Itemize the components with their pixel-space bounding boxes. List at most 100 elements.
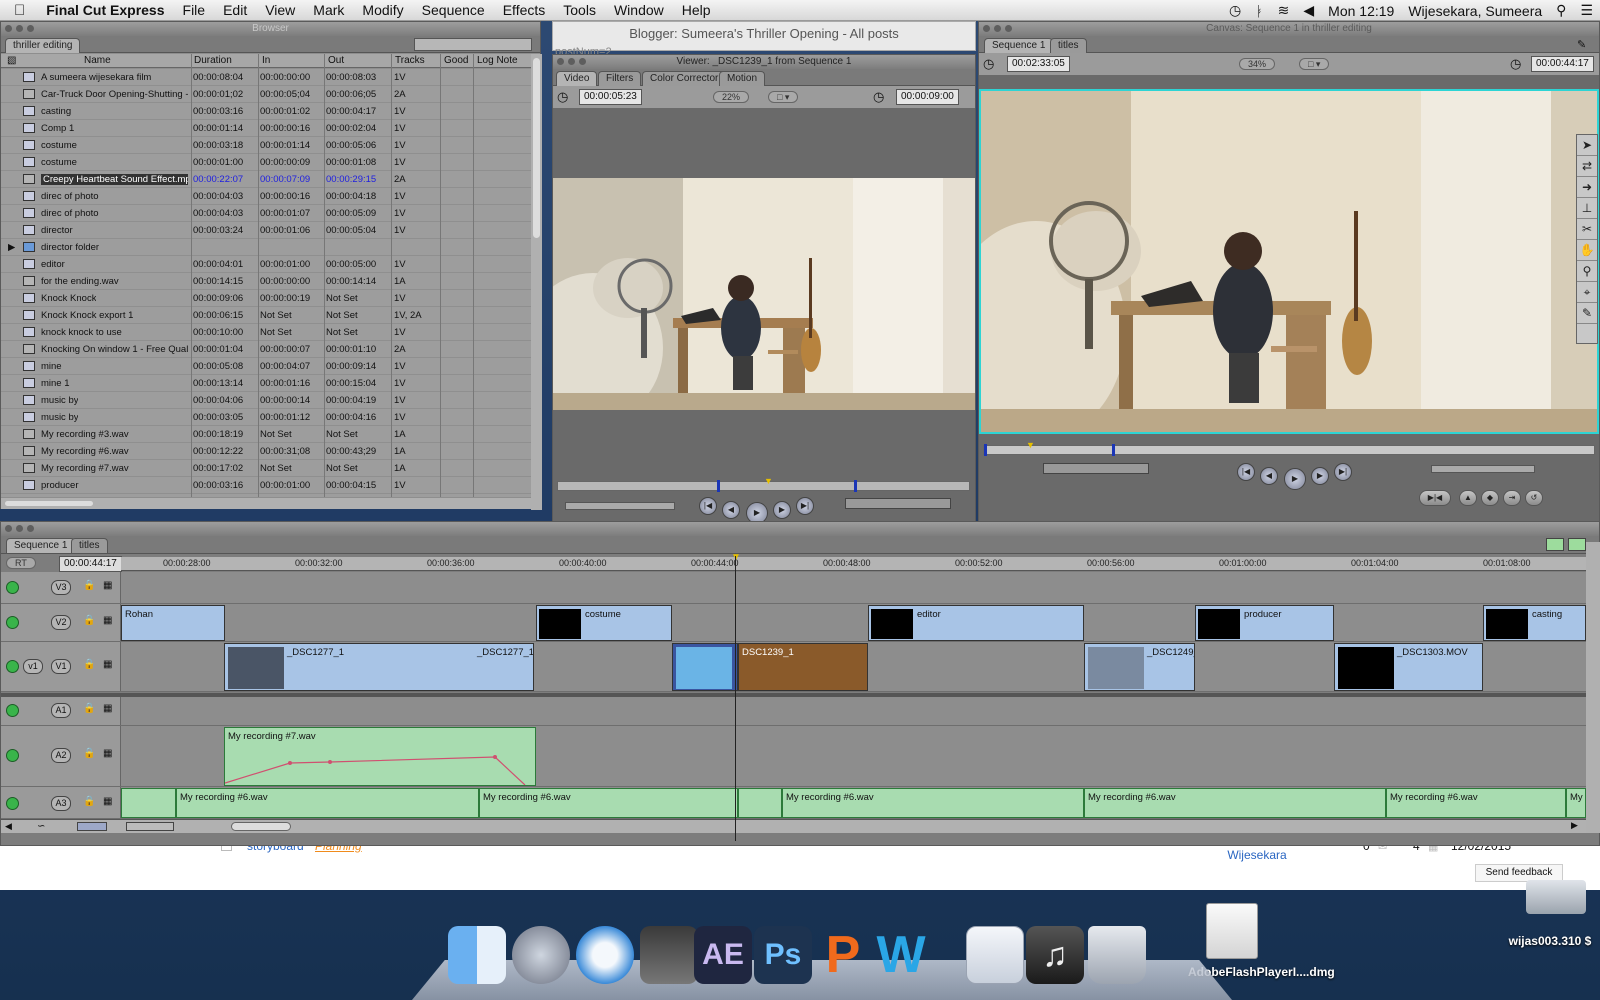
menu-app-name[interactable]: Final Cut Express bbox=[37, 2, 173, 18]
col-tracks[interactable]: Tracks bbox=[395, 55, 425, 66]
timeline-vertical-scrollbar[interactable] bbox=[1586, 542, 1600, 833]
timeline-playhead-line[interactable] bbox=[735, 556, 736, 841]
col-name[interactable]: Name bbox=[84, 55, 111, 66]
browser-row[interactable]: music by 00:00:03:05 00:00:01:12 00:00:04:1… bbox=[1, 409, 531, 426]
rt-popup[interactable]: RT bbox=[6, 557, 36, 569]
browser-row[interactable]: Knocking On window 1 - Free Quali 00:00:0… bbox=[1, 341, 531, 358]
browser-row[interactable]: Knock Knock 00:00:09:06 00:00:00:19 Not Set… bbox=[1, 290, 531, 307]
edit-selection-tool-icon[interactable]: ⇄ bbox=[1577, 156, 1597, 177]
viewer-play-around-button[interactable]: ▶ bbox=[773, 501, 791, 519]
tab-motion[interactable]: Motion bbox=[719, 71, 766, 86]
timeline-clip[interactable]: _DSC1277_1 _DSC1277_1 bbox=[224, 643, 534, 691]
browser-row[interactable]: Comp 1 00:00:01:14 00:00:00:16 00:00:02:04 1… bbox=[1, 120, 531, 137]
lock-icon[interactable]: 🔒 bbox=[83, 580, 95, 591]
viewer-duration-timecode[interactable]: 00:00:05:23 bbox=[579, 89, 642, 105]
browser-row[interactable]: costume 00:00:03:18 00:00:01:14 00:00:05:06… bbox=[1, 137, 531, 154]
timeline-clip[interactable]: _DSC1303.MOV bbox=[1334, 643, 1483, 691]
viewer-shuttle-slider[interactable] bbox=[565, 502, 675, 510]
browser-row[interactable]: director 00:00:03:24 00:00:01:06 00:00:05:0… bbox=[1, 222, 531, 239]
viewer-playhead-marker[interactable]: ▼ bbox=[764, 476, 773, 486]
canvas-shuttle-slider[interactable] bbox=[1431, 465, 1535, 473]
auto-select-icon[interactable]: ▦ bbox=[103, 659, 112, 670]
canvas-scrubber-bar[interactable]: ▼ bbox=[983, 440, 1595, 456]
audio-level-overlay[interactable] bbox=[225, 728, 536, 786]
source-patch-v1[interactable]: v1 bbox=[23, 659, 43, 674]
timeline-ruler[interactable]: 00:00:28:00 00:00:32:00 00:00:36:00 00:0… bbox=[121, 552, 1586, 571]
canvas-duration-timecode[interactable]: 00:02:33:05 bbox=[1007, 56, 1070, 72]
timeline-audio-clip[interactable] bbox=[738, 788, 782, 818]
timeline-audio-clip[interactable]: My recording #6.wav bbox=[176, 788, 479, 818]
timeline-audio-clip[interactable]: My recording #6.wav bbox=[1084, 788, 1386, 818]
viewer-video-frame[interactable] bbox=[553, 178, 975, 410]
pen-tool-icon[interactable]: ✎ bbox=[1577, 303, 1597, 324]
timeline-clip[interactable]: costume bbox=[536, 605, 672, 641]
track-label-a3[interactable]: A3 bbox=[51, 796, 71, 811]
menu-help[interactable]: Help bbox=[673, 2, 720, 18]
auto-select-icon[interactable]: ▦ bbox=[103, 796, 112, 807]
safari-icon[interactable] bbox=[576, 926, 634, 984]
browser-row[interactable]: Knock Knock export 1 00:00:06:15 Not Set No… bbox=[1, 307, 531, 324]
timeline-clip[interactable] bbox=[672, 643, 738, 691]
menu-effects[interactable]: Effects bbox=[494, 2, 555, 18]
canvas-mark-in-out-button[interactable]: ▶|◀ bbox=[1419, 490, 1451, 506]
menu-clock[interactable]: Mon 12:19 bbox=[1321, 3, 1401, 19]
col-log-note[interactable]: Log Note bbox=[477, 55, 518, 66]
lock-icon[interactable]: 🔒 bbox=[83, 796, 95, 807]
timeline-clip[interactable]: _DSC1249_ bbox=[1084, 643, 1195, 691]
track-visibility-toggle[interactable] bbox=[6, 581, 19, 594]
tab-thriller-editing[interactable]: thriller editing bbox=[5, 38, 81, 53]
canvas-mark-clip-button[interactable]: ⇥ bbox=[1503, 490, 1521, 506]
browser-row[interactable]: producer 00:00:03:16 00:00:01:00 00:00:04:1… bbox=[1, 477, 531, 494]
timeline-horizontal-scroll-thumb[interactable] bbox=[231, 822, 291, 831]
wifi-icon[interactable]: ≋ bbox=[1271, 2, 1297, 19]
viewer-jog-control[interactable] bbox=[845, 498, 951, 509]
tab-titles[interactable]: titles bbox=[1050, 38, 1087, 53]
tab-color-corrector[interactable]: Color Corrector bbox=[642, 71, 727, 86]
menu-user[interactable]: Wijesekara, Sumeera bbox=[1401, 3, 1549, 19]
canvas-window-button[interactable]: ✎ bbox=[1577, 38, 1586, 51]
view-mode-buttons[interactable] bbox=[414, 38, 532, 51]
canvas-next-edit-button[interactable]: ▶| bbox=[1334, 463, 1352, 481]
launchpad-icon[interactable] bbox=[512, 926, 570, 984]
col-in[interactable]: In bbox=[262, 55, 270, 66]
tab-filters[interactable]: Filters bbox=[598, 71, 642, 86]
browser-row[interactable]: casting 00:00:03:16 00:00:01:02 00:00:04:17… bbox=[1, 103, 531, 120]
bluetooth-icon[interactable]: ᛓ bbox=[1248, 3, 1270, 19]
canvas-video-frame[interactable] bbox=[979, 89, 1599, 434]
viewer-view-popup[interactable]: □ ▾ bbox=[768, 91, 799, 103]
viewer-titlebar[interactable]: Viewer: _DSC1239_1 from Sequence 1 bbox=[553, 55, 975, 69]
tab-video[interactable]: Video bbox=[556, 71, 598, 86]
browser-titlebar[interactable]: Browser bbox=[1, 22, 540, 36]
canvas-play-in-out-button[interactable]: ◀ bbox=[1260, 467, 1278, 485]
track-audibility-toggle[interactable] bbox=[6, 704, 19, 717]
timeline-clip[interactable]: casting bbox=[1483, 605, 1586, 641]
menu-file[interactable]: File bbox=[174, 2, 215, 18]
canvas-play-around-button[interactable]: ▶ bbox=[1311, 467, 1329, 485]
viewer-play-in-out-button[interactable]: ◀ bbox=[722, 501, 740, 519]
timeline-audio-clip[interactable]: My r bbox=[1566, 788, 1586, 818]
blogger-window-titlebar[interactable]: Blogger: Sumeera's Thriller Opening - Al… bbox=[552, 21, 976, 58]
timeline-titlebar[interactable] bbox=[1, 522, 1599, 536]
linked-selection-button[interactable] bbox=[1546, 538, 1564, 551]
viewer-current-timecode[interactable]: 00:00:09:00 bbox=[896, 89, 959, 105]
auto-select-icon[interactable]: ▦ bbox=[103, 615, 112, 626]
crop-tool-icon[interactable]: ⌖ bbox=[1577, 282, 1597, 303]
lock-icon[interactable]: 🔒 bbox=[83, 703, 95, 714]
canvas-zoom-popup[interactable]: 34% bbox=[1239, 58, 1276, 70]
tab-sequence-1[interactable]: Sequence 1 bbox=[984, 38, 1054, 53]
canvas-previous-edit-button[interactable]: |◀ bbox=[1237, 463, 1255, 481]
col-duration[interactable]: Duration bbox=[194, 55, 232, 66]
auto-select-icon[interactable]: ▦ bbox=[103, 703, 112, 714]
timeline-audio-clip[interactable] bbox=[121, 788, 176, 818]
viewer-zoom-popup[interactable]: 22% bbox=[713, 91, 750, 103]
browser-row[interactable]: Car-Truck Door Opening-Shutting - 00:00:0… bbox=[1, 86, 531, 103]
timeline-audio-clip[interactable]: My recording #6.wav bbox=[1386, 788, 1566, 818]
canvas-current-timecode[interactable]: 00:00:44:17 bbox=[1531, 56, 1594, 72]
canvas-add-keyframe-button[interactable]: ◆ bbox=[1481, 490, 1499, 506]
canvas-out-point-marker[interactable] bbox=[1112, 444, 1115, 456]
canvas-view-popup[interactable]: □ ▾ bbox=[1299, 58, 1330, 70]
scroll-right-icon[interactable]: ▶ bbox=[1571, 820, 1578, 831]
timeline-clip-selected[interactable]: DSC1239_1 bbox=[738, 643, 868, 691]
browser-row[interactable]: My recording #7.wav 00:00:17:02 Not Set Not… bbox=[1, 460, 531, 477]
browser-row[interactable]: direc of photo 00:00:04:03 00:00:01:07 00:0… bbox=[1, 205, 531, 222]
